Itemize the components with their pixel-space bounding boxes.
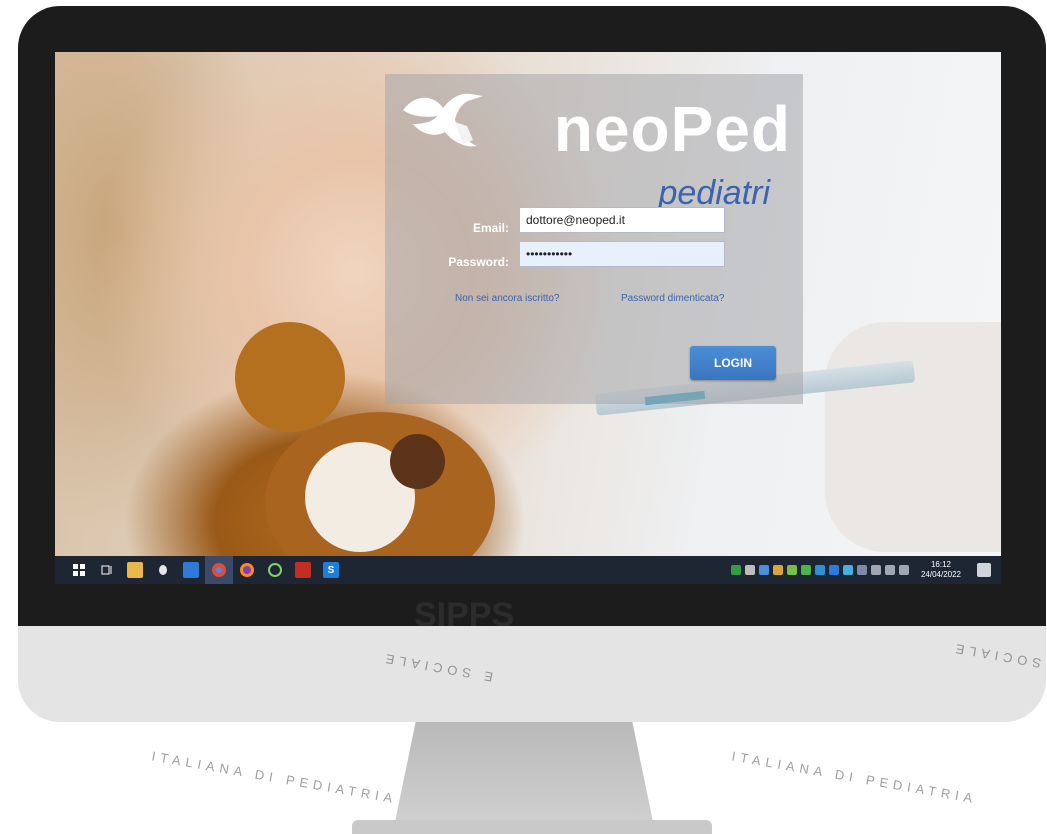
monitor-stand-base: [352, 820, 712, 834]
watermark-arc-text: ITALIANA DI PEDIATRIA: [150, 748, 399, 807]
start-icon[interactable]: [71, 562, 87, 578]
tray-folder-icon[interactable]: [772, 565, 783, 575]
stork-logo-icon: [403, 93, 483, 147]
monitor-stand: [395, 722, 653, 822]
app-title: neoPed: [553, 93, 791, 165]
password-label: Password:: [448, 255, 509, 269]
email-field[interactable]: [519, 207, 725, 233]
tray-network-icon[interactable]: [856, 565, 867, 575]
file-explorer-icon[interactable]: [127, 562, 143, 578]
tray-chat-icon[interactable]: [786, 565, 797, 575]
background-photo-bear-ear: [235, 322, 345, 432]
watermark-arc-text: ITALIANA DI PEDIATRIA: [730, 748, 979, 807]
alien-icon[interactable]: [155, 562, 171, 578]
recycle-icon[interactable]: [267, 562, 283, 578]
taskbar: S 16:12 24/04/2022: [55, 556, 1001, 584]
watermark-brand: SIPPS: [414, 596, 515, 634]
wifi-icon[interactable]: [870, 565, 881, 575]
tray-app-icon[interactable]: [730, 565, 741, 575]
login-panel: neoPed pediatri Email: Password: Non sei…: [385, 74, 803, 404]
firefox-icon[interactable]: [239, 562, 255, 578]
bluetooth-icon[interactable]: [828, 565, 839, 575]
password-field[interactable]: [519, 241, 725, 267]
background-photo-bear-nose: [390, 434, 445, 489]
outlook-icon[interactable]: [183, 562, 199, 578]
login-button[interactable]: LOGIN: [690, 346, 776, 380]
background-photo-hand: [825, 322, 1001, 552]
clock-time: 16:12: [930, 560, 951, 569]
tray-sync-icon[interactable]: [842, 565, 853, 575]
chrome-icon[interactable]: [205, 556, 233, 584]
tray-settings-icon[interactable]: [744, 565, 755, 575]
battery-icon[interactable]: [898, 565, 909, 575]
task-view-icon[interactable]: [99, 562, 115, 578]
clock[interactable]: 16:12 24/04/2022: [921, 560, 961, 580]
forgot-password-link[interactable]: Password dimenticata?: [621, 293, 724, 304]
screen: neoPed pediatri Email: Password: Non sei…: [55, 52, 1001, 583]
notification-center-icon[interactable]: [977, 563, 991, 577]
tray-cloud-icon[interactable]: [814, 565, 825, 575]
tray-dropbox-icon[interactable]: [758, 565, 769, 575]
clock-date: 24/04/2022: [920, 570, 961, 579]
not-registered-link[interactable]: Non sei ancora iscritto?: [455, 293, 560, 304]
email-label: Email:: [472, 221, 509, 235]
system-tray: 16:12 24/04/2022: [729, 556, 961, 584]
volume-icon[interactable]: [884, 565, 895, 575]
tray-check-icon[interactable]: [800, 565, 811, 575]
skype-icon[interactable]: S: [323, 562, 339, 578]
acrobat-icon[interactable]: [295, 562, 311, 578]
